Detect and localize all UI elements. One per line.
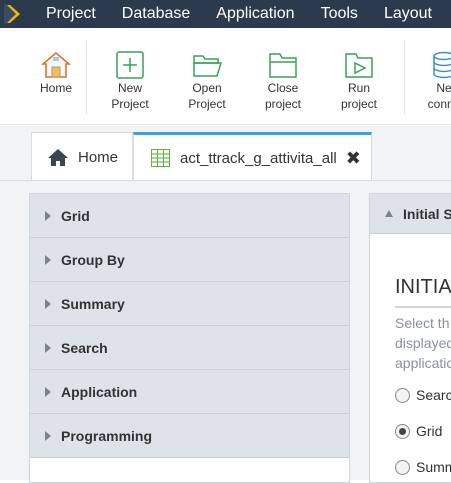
radio-label: Summ bbox=[416, 459, 451, 475]
accordion-label: Group By bbox=[61, 251, 125, 268]
radio-button[interactable] bbox=[395, 387, 410, 403]
tab-act-label: act_ttrack_g_attivita_all bbox=[180, 149, 337, 167]
radio-label: Grid bbox=[416, 423, 443, 439]
description-line: displayed bbox=[395, 335, 451, 351]
open-project-label-2: Project bbox=[188, 97, 226, 111]
folder-icon bbox=[268, 50, 298, 80]
initial-settings-panel: Initial S INITIA Select th displayed app… bbox=[369, 193, 451, 483]
caret-right-icon bbox=[45, 298, 51, 309]
folder-run-icon bbox=[344, 50, 374, 80]
run-project-label-2: project bbox=[340, 97, 378, 111]
new-connection-button[interactable]: Ne conne bbox=[420, 28, 451, 124]
caret-up-icon bbox=[385, 210, 393, 217]
radio-label: Searc bbox=[416, 387, 451, 403]
panel-header[interactable]: Initial S bbox=[370, 194, 451, 234]
caret-right-icon bbox=[45, 342, 51, 353]
tab-home[interactable]: Home bbox=[31, 132, 133, 181]
menu-application[interactable]: Application bbox=[202, 0, 306, 28]
title-divider bbox=[395, 306, 451, 308]
toolbar-divider bbox=[404, 40, 405, 114]
settings-accordion: Grid Group By Summary Search Application… bbox=[29, 193, 350, 483]
menu-database[interactable]: Database bbox=[108, 0, 203, 28]
accordion-label: Application bbox=[61, 383, 138, 400]
radio-summary[interactable]: Summ bbox=[395, 459, 451, 475]
new-connection-label-2: conne bbox=[427, 97, 451, 111]
run-project-label-1: Run bbox=[347, 81, 370, 95]
panel-title: INITIA bbox=[395, 276, 451, 298]
radio-grid[interactable]: Grid bbox=[395, 423, 442, 439]
open-project-button[interactable]: Open Project bbox=[182, 28, 232, 124]
close-project-label-1: Close bbox=[267, 81, 299, 95]
description-line: Select th bbox=[395, 315, 450, 331]
radio-search[interactable]: Searc bbox=[395, 387, 451, 403]
tab-bar: Home act_ttrack_g_attivita_all ✖ bbox=[0, 126, 451, 181]
description-line: applicatio bbox=[395, 355, 451, 371]
accordion-summary[interactable]: Summary bbox=[30, 282, 349, 326]
caret-right-icon bbox=[45, 386, 51, 397]
app-logo-icon bbox=[0, 0, 30, 28]
close-project-button[interactable]: Close project bbox=[259, 28, 307, 124]
database-icon bbox=[429, 50, 451, 80]
accordion-label: Programming bbox=[61, 427, 153, 444]
run-project-button[interactable]: Run project bbox=[335, 28, 383, 124]
menu-bar: Project Database Application Tools Layou… bbox=[0, 0, 451, 28]
folder-open-icon bbox=[192, 50, 222, 80]
accordion-group-by[interactable]: Group By bbox=[30, 238, 349, 282]
accordion-label: Search bbox=[61, 339, 108, 356]
close-tab-icon[interactable]: ✖ bbox=[346, 149, 361, 167]
new-project-label-1: New bbox=[117, 81, 142, 95]
accordion-label: Summary bbox=[61, 295, 125, 312]
tab-home-label: Home bbox=[78, 148, 119, 166]
open-project-label-1: Open bbox=[192, 81, 222, 95]
radio-button-selected[interactable] bbox=[395, 423, 410, 439]
home-button-label: Home bbox=[39, 81, 72, 95]
panel-description: Select th displayed applicatio bbox=[395, 313, 451, 373]
tab-act-ttrack[interactable]: act_ttrack_g_attivita_all ✖ bbox=[133, 132, 372, 181]
caret-right-icon bbox=[45, 254, 51, 265]
new-connection-label-1: Ne bbox=[436, 81, 451, 95]
caret-right-icon bbox=[45, 210, 51, 221]
caret-right-icon bbox=[45, 430, 51, 441]
close-project-label-2: project bbox=[264, 97, 302, 111]
add-icon bbox=[115, 50, 145, 80]
accordion-search[interactable]: Search bbox=[30, 326, 349, 370]
home-tab-icon bbox=[48, 148, 68, 166]
toolbar-divider bbox=[86, 40, 87, 114]
home-icon bbox=[41, 50, 71, 80]
menu-tools[interactable]: Tools bbox=[307, 0, 370, 28]
menu-layout[interactable]: Layout bbox=[370, 0, 444, 28]
accordion-grid[interactable]: Grid bbox=[30, 194, 349, 238]
content-area: Grid Group By Summary Search Application… bbox=[0, 181, 451, 483]
toolbar: Home New Project Open Project Close proj… bbox=[0, 28, 451, 125]
new-project-button[interactable]: New Project bbox=[106, 28, 154, 124]
accordion-label: Grid bbox=[61, 207, 90, 224]
accordion-application[interactable]: Application bbox=[30, 370, 349, 414]
new-project-label-2: Project bbox=[111, 97, 149, 111]
menu-project[interactable]: Project bbox=[30, 0, 108, 28]
grid-table-icon bbox=[151, 149, 170, 167]
radio-button[interactable] bbox=[395, 459, 410, 475]
accordion-programming[interactable]: Programming bbox=[30, 414, 349, 458]
panel-header-label: Initial S bbox=[403, 206, 451, 222]
home-button[interactable]: Home bbox=[33, 28, 79, 124]
